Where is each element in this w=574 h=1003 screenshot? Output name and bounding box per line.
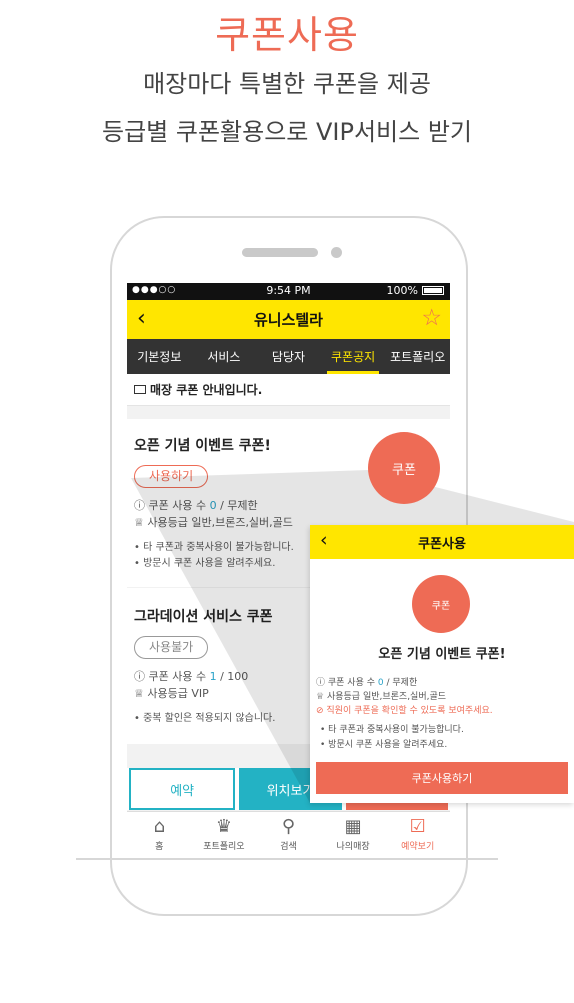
popup-coupon-badge: 쿠폰 [412, 575, 470, 633]
use-coupon-confirm-button[interactable]: 쿠폰사용하기 [316, 762, 568, 794]
coupon-detail-popup: ‹ 쿠폰사용 쿠폰 오픈 기념 이벤트 쿠폰! ⓘ 쿠폰 사용 수 0 / 무제… [310, 525, 574, 803]
grade-value: 일반,브론즈,실버,골드 [362, 692, 447, 702]
staff-check-warning: 직원이 쿠폰을 확인할 수 있도록 보여주세요. [326, 706, 493, 716]
usage-limit: / 무제한 [386, 678, 418, 688]
coupon-note: 타 쿠폰과 중복사용이 불가능합니다. [320, 723, 464, 738]
popup-header: ‹ 쿠폰사용 [310, 525, 574, 559]
zoom-beam [131, 470, 574, 803]
usage-label: 쿠폰 사용 수 [327, 678, 375, 688]
popup-title: 쿠폰사용 [418, 536, 466, 552]
popup-back-icon[interactable]: ‹ [320, 529, 328, 551]
coupon-badge: 쿠폰 [368, 432, 440, 504]
popup-coupon-title: 오픈 기념 이벤트 쿠폰! [378, 647, 506, 662]
popup-coupon-meta: ⓘ 쿠폰 사용 수 0 / 무제한 ♕ 사용등급 일반,브론즈,실버,골드 ⊘ … [316, 678, 493, 716]
grade-label: 사용등급 [326, 692, 361, 702]
coupon-note: 방문시 쿠폰 사용을 알려주세요. [320, 738, 464, 753]
usage-count: 0 [377, 678, 384, 688]
popup-coupon-notes: 타 쿠폰과 중복사용이 불가능합니다. 방문시 쿠폰 사용을 알려주세요. [320, 723, 464, 753]
